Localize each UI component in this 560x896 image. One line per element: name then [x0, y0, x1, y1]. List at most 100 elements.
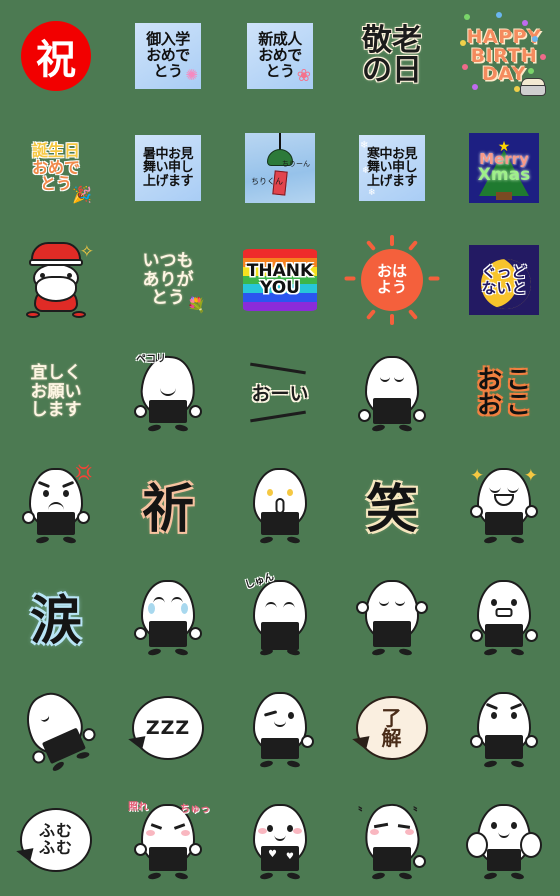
emoji-cell-summer-greeting[interactable]: 暑中お見 舞い申し 上げます: [112, 112, 224, 224]
oko-char-2: こ: [506, 365, 532, 394]
emoji-cell-good-morning[interactable]: おは よう: [336, 224, 448, 336]
confetti-dot: [522, 20, 528, 26]
emoji-cell-santa[interactable]: ✧: [0, 224, 112, 336]
emoji-cell-onigiri-praying[interactable]: [224, 448, 336, 560]
confetti-dot: [462, 64, 468, 70]
respect-aged-day-text: 敬老 の日: [362, 26, 422, 86]
emoji-cell-respect-aged-day[interactable]: 敬老 の日: [336, 0, 448, 112]
emoji-cell-happy-birthday[interactable]: HAPPY BIRTH DAY: [448, 0, 560, 112]
onigiri-hands-up: [466, 800, 542, 881]
emoji-cell-coming-of-age[interactable]: 新成人 おめで とう ❀: [224, 0, 336, 112]
emoji-cell-onigiri-winking[interactable]: [224, 672, 336, 784]
emoji-cell-inori-kanji[interactable]: 祈: [112, 448, 224, 560]
emoji-cell-please-regards[interactable]: 宜しく お願い します: [0, 336, 112, 448]
santa-beard: [35, 276, 77, 302]
emoji-cell-namida-kanji[interactable]: 涙: [0, 560, 112, 672]
goodnight-line-1: ぐっど: [481, 262, 527, 281]
onigiri-sleepy-lean: [7, 677, 105, 779]
emoji-cell-onigiri-sleepy-lean[interactable]: [0, 672, 112, 784]
emoji-cell-birthday-kana[interactable]: 誕生日 おめで とう 🎉: [0, 112, 112, 224]
chime-label-1: ちりーん: [282, 160, 310, 168]
ooi-shout: おーい: [234, 357, 326, 427]
thankyou-line-2: YOU: [260, 278, 300, 298]
card-line-3: とう: [265, 61, 295, 80]
emoji-cell-onigiri-crying[interactable]: [112, 560, 224, 672]
emoji-cell-zzz-bubble[interactable]: ZZZ: [112, 672, 224, 784]
emoji-cell-warai-kanji[interactable]: 笑: [336, 448, 448, 560]
xmas-line-2: Xmas: [477, 165, 531, 185]
party-popper-icon: 🎉: [72, 185, 92, 204]
emoji-cell-good-night[interactable]: ぐっど ないと: [448, 224, 560, 336]
thank-you-rainbow-card: THANK YOU: [243, 249, 317, 311]
emoji-cell-thanks-always[interactable]: いつも ありが とう 💐: [112, 224, 224, 336]
emoji-cell-onigiri-dejected[interactable]: しゅん: [224, 560, 336, 672]
confetti-dot: [472, 84, 478, 90]
emoji-cell-onigiri-excited[interactable]: ✦ ✦: [448, 448, 560, 560]
kanji-line-1: 敬老: [362, 23, 422, 58]
emoji-cell-onigiri-pleading[interactable]: [336, 336, 448, 448]
emoji-cell-winter-greeting[interactable]: 寒中お見 舞い申し 上げます ❄ ❄ ❄: [336, 112, 448, 224]
onigiri-pleading: [356, 352, 428, 433]
shuku-label: 祝: [36, 36, 76, 83]
oko-char-3: お: [476, 390, 502, 419]
santa-boot-right: [72, 311, 86, 318]
emoji-cell-onigiri-flustered[interactable]: 〟 〟: [336, 784, 448, 896]
emoji-cell-okoko[interactable]: お こ お こ: [448, 336, 560, 448]
fumufumu-speech-bubble: ふむ ふむ: [20, 808, 92, 872]
emoji-cell-onigiri-shy-kiss[interactable]: 照れ ちゅっ: [112, 784, 224, 896]
emoji-cell-onigiri-bowing[interactable]: ペコリ: [112, 336, 224, 448]
kana-line-3: とう: [151, 288, 185, 309]
onigiri-dejected: しゅん: [244, 572, 316, 657]
onigiri-praying: [244, 464, 316, 545]
fumufumu-line-2: ふむ: [38, 838, 73, 857]
confetti-dot: [540, 54, 546, 60]
confetti-dot: [532, 36, 538, 42]
ohayou-line-2: よう: [376, 278, 407, 296]
oko-char-4: こ: [506, 390, 532, 419]
kana-line-2: お願い: [30, 381, 82, 402]
santa-eye-left: [40, 273, 45, 278]
fluster-mark-icon: 〟: [358, 799, 371, 813]
namida-kanji-text: 涙: [29, 590, 82, 652]
emoji-cell-onigiri-surprised[interactable]: [448, 560, 560, 672]
please-regards-text: 宜しく お願い します: [31, 364, 82, 419]
confetti-dot: [464, 14, 470, 20]
onigiri-flustered: 〟 〟: [356, 799, 428, 881]
emoji-grid: 祝 御入学 おめで とう ✺ 新成人 おめで とう ❀ 敬老 の日 HAPPY …: [0, 0, 560, 896]
confetti-dot: [460, 40, 466, 46]
card-line-3: 上げます: [142, 173, 194, 189]
onigiri-surprised: [468, 576, 540, 657]
santa-eye-right: [67, 273, 72, 278]
emoji-cell-thank-you-rainbow[interactable]: THANK YOU: [224, 224, 336, 336]
emoji-cell-fumufumu-bubble[interactable]: ふむ ふむ: [0, 784, 112, 896]
card-line-2: 舞い申し: [142, 160, 194, 176]
sakura-flower-icon: ✺: [185, 66, 198, 84]
shuku-stamp-circle: 祝: [21, 21, 91, 91]
onigiri-excited: ✦ ✦: [468, 464, 540, 545]
santa-hat-band: [29, 259, 83, 266]
emoji-cell-ryoukai-bubble[interactable]: 了 解: [336, 672, 448, 784]
merry-xmas-card: ★ Merry Xmas: [469, 133, 539, 203]
emoji-cell-school-entrance[interactable]: 御入学 おめで とう ✺: [112, 0, 224, 112]
emoji-cell-onigiri-angry[interactable]: 💢: [0, 448, 112, 560]
emoji-cell-wind-chime[interactable]: ちりくん ちりーん: [224, 112, 336, 224]
sparkle-icon: ✦: [523, 466, 538, 486]
tree-pot: [496, 192, 512, 200]
chime-cord: [279, 133, 281, 150]
kana-line-1: いつも: [142, 251, 194, 272]
emoji-cell-onigiri-love[interactable]: ♥ ♥: [224, 784, 336, 896]
onigiri-love: ♥ ♥: [244, 800, 316, 881]
onigiri-angry: 💢: [20, 464, 92, 545]
heart-icon: ♥: [285, 852, 294, 862]
onigiri-winking: [244, 688, 316, 769]
emoji-cell-onigiri-cheering[interactable]: [336, 560, 448, 672]
birthday-cake-icon: [520, 76, 546, 96]
kanji-line-2: の日: [362, 53, 422, 88]
emoji-cell-ooi[interactable]: おーい: [224, 336, 336, 448]
inori-kanji-text: 祈: [141, 478, 194, 540]
emoji-cell-merry-xmas[interactable]: ★ Merry Xmas: [448, 112, 560, 224]
emoji-cell-onigiri-thinking[interactable]: [448, 672, 560, 784]
onigiri-tag-text-2: ちゅっ: [180, 804, 210, 815]
emoji-cell-shuku-stamp[interactable]: 祝: [0, 0, 112, 112]
emoji-cell-onigiri-hands-up[interactable]: [448, 784, 560, 896]
